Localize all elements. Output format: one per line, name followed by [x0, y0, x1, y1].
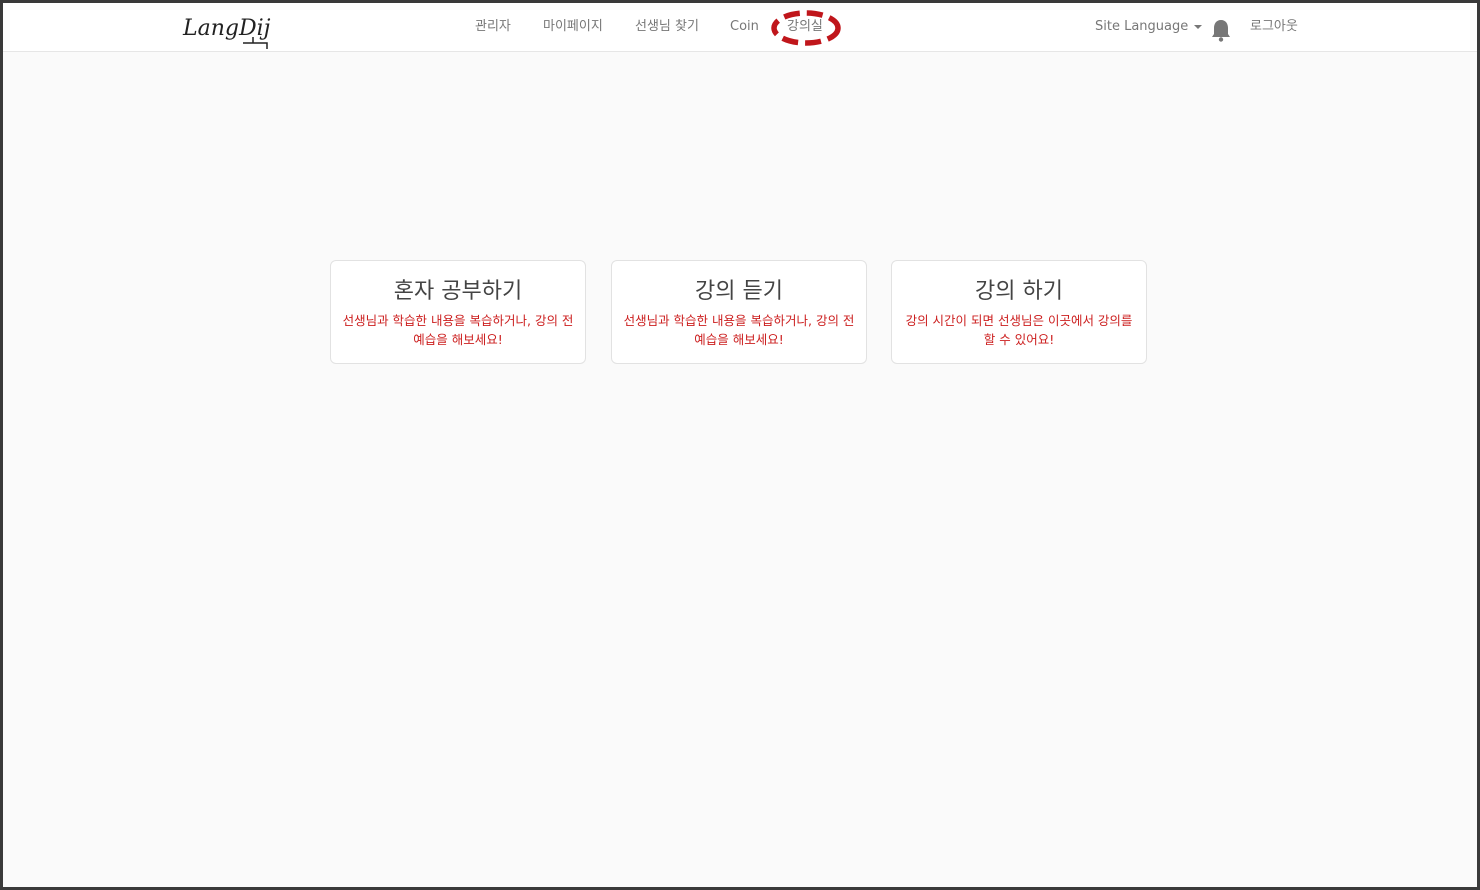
card-take-lecture[interactable]: 강의 듣기 선생님과 학습한 내용을 복습하거나, 강의 전 예습을 해보세요! — [611, 260, 867, 364]
logo-mark: LangDij — [182, 16, 271, 49]
card-self-study[interactable]: 혼자 공부하기 선생님과 학습한 내용을 복습하거나, 강의 전 예습을 해보세… — [330, 260, 586, 364]
card-description-line: 선생님과 학습한 내용을 복습하거나, 강의 전 — [623, 313, 855, 328]
top-navbar: LangDij 관리자 마이페이지 선생님 찾기 Coin 강의실 Site L… — [3, 3, 1477, 52]
card-description-line: 강의 시간이 되면 선생님은 이곳에서 강의를 — [905, 313, 1133, 328]
card-description-line: 예습을 해보세요! — [694, 332, 784, 347]
card-title: 혼자 공부하기 — [393, 279, 523, 304]
card-title: 강의 하기 — [975, 279, 1063, 304]
logout-link[interactable]: 로그아웃 — [1250, 3, 1298, 51]
caret-down-icon — [1194, 24, 1203, 29]
site-language-dropdown[interactable]: Site Language — [1095, 3, 1203, 51]
card-title: 강의 듣기 — [695, 279, 783, 304]
site-language-label: Site Language — [1095, 19, 1189, 34]
logo-text: LangDij — [182, 16, 271, 41]
card-description-line: 예습을 해보세요! — [413, 332, 503, 347]
card-description: 선생님과 학습한 내용을 복습하거나, 강의 전 예습을 해보세요! — [335, 311, 581, 349]
card-description: 선생님과 학습한 내용을 복습하거나, 강의 전 예습을 해보세요! — [616, 311, 862, 349]
browser-frame: LangDij 관리자 마이페이지 선생님 찾기 Coin 강의실 Site L… — [0, 0, 1480, 890]
bell-icon[interactable] — [1210, 18, 1232, 42]
nav-item-mypage[interactable]: 마이페이지 — [543, 3, 603, 51]
card-description: 강의 시간이 되면 선생님은 이곳에서 강의를 할 수 있어요! — [896, 311, 1142, 349]
card-give-lecture[interactable]: 강의 하기 강의 시간이 되면 선생님은 이곳에서 강의를 할 수 있어요! — [891, 260, 1147, 364]
nav-item-coin[interactable]: Coin — [730, 3, 759, 51]
logo[interactable]: LangDij — [181, 9, 273, 49]
nav-item-find-teacher[interactable]: 선생님 찾기 — [635, 3, 699, 51]
card-description-line: 할 수 있어요! — [983, 332, 1055, 347]
nav-item-classroom[interactable]: 강의실 — [787, 3, 823, 51]
card-description-line: 선생님과 학습한 내용을 복습하거나, 강의 전 — [342, 313, 574, 328]
nav-item-admin[interactable]: 관리자 — [475, 3, 511, 51]
